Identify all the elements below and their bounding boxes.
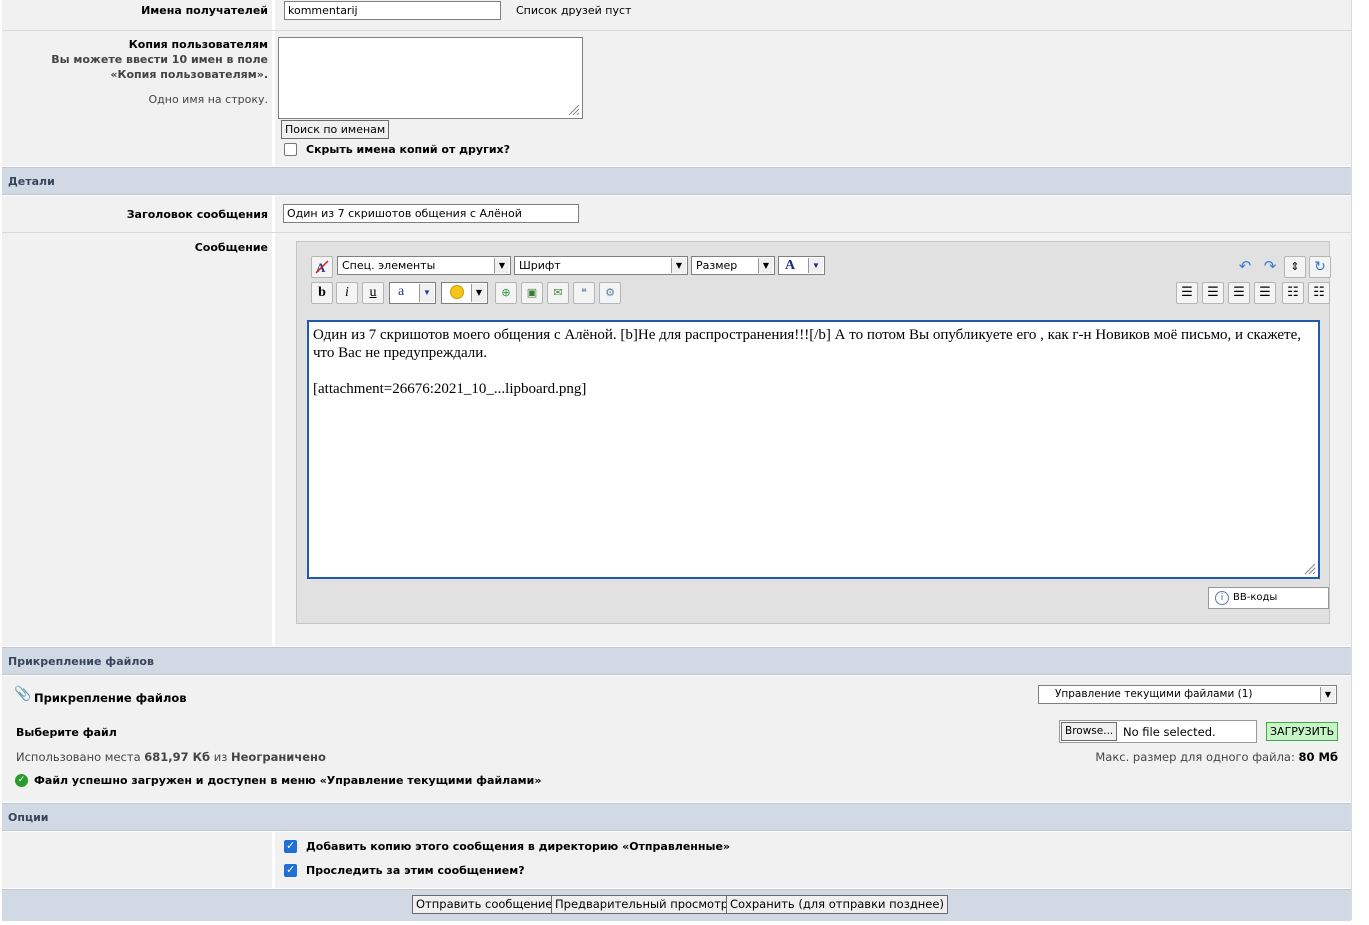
bcc-textarea[interactable] (278, 37, 583, 119)
save-copy-label: Добавить копию этого сообщения в директо… (306, 840, 731, 853)
details-section-header: Детали (2, 167, 1351, 195)
outdent-icon[interactable]: ☰ (1176, 282, 1198, 304)
bcc-label: Копия пользователям (128, 38, 268, 51)
align-left-icon[interactable]: ☰ (1202, 282, 1224, 304)
space-used-of: из (213, 750, 228, 764)
subject-row: Заголовок сообщения (2, 196, 1351, 232)
size-select[interactable]: Размер ▼ (691, 256, 775, 275)
chevron-down-icon: ▼ (808, 258, 823, 273)
bbcode-label: BB-коды (1233, 592, 1278, 603)
bold-icon[interactable]: b (311, 282, 333, 304)
attachments-section-header: Прикрепление файлов (2, 647, 1351, 675)
insert-link-icon[interactable]: ⊕ (495, 282, 517, 304)
recipients-label: Имена получателей (141, 4, 268, 17)
resize-grip-icon[interactable] (568, 104, 580, 116)
chevron-down-icon: ▼ (471, 284, 486, 302)
message-attachment-tag: [attachment=26676:2021_10_...lipboard.pn… (313, 381, 587, 397)
insert-image-icon[interactable]: ▣ (521, 282, 543, 304)
choose-file-label: Выберите файл (16, 726, 117, 739)
font-color-icon: A (785, 258, 796, 273)
attachments-header-label: Прикрепление файлов (34, 691, 187, 705)
manage-files-select[interactable]: Управление текущими файлами (1) ▼ (1038, 685, 1337, 704)
subject-label: Заголовок сообщения (126, 208, 268, 221)
options-label-col (2, 832, 272, 888)
smiley-icon (450, 285, 464, 299)
hide-copies-checkbox[interactable] (284, 143, 297, 156)
recipients-input[interactable] (284, 1, 501, 20)
font-select[interactable]: Шрифт ▼ (514, 256, 688, 275)
manage-files-value: Управление текущими файлами (1) (1055, 688, 1253, 700)
track-message-label: Проследить за этим сообщением? (306, 864, 525, 877)
resize-grip-icon[interactable] (1304, 563, 1316, 575)
options-section-header: Опции (2, 803, 1351, 831)
subject-input[interactable] (283, 204, 579, 223)
insert-quote-icon[interactable]: ❝ (573, 282, 595, 304)
space-used: Использовано места 681,97 Кб из Неограни… (16, 750, 326, 764)
insert-code-icon[interactable]: ⚙ (599, 282, 621, 304)
max-size-label: Макс. размер для одного файла: (1095, 750, 1295, 764)
space-used-label: Использовано места (16, 750, 141, 764)
save-copy-checkbox[interactable] (284, 839, 297, 853)
bullet-list-icon[interactable]: ☷ (1308, 282, 1330, 304)
numbered-list-icon[interactable]: ☷ (1282, 282, 1304, 304)
hide-copies-label: Скрыть имена копий от других? (306, 143, 511, 156)
recipients-row: Имена получателей Список друзей пуст (2, 0, 1351, 30)
file-status: No file selected. (1123, 725, 1216, 739)
remove-format-icon[interactable]: A (311, 256, 333, 278)
undo-icon[interactable]: ↶ (1234, 256, 1256, 278)
align-center-icon[interactable]: ☰ (1228, 282, 1250, 304)
preview-button[interactable]: Предварительный просмотр (551, 895, 733, 914)
friends-empty-note: Список друзей пуст (516, 4, 632, 17)
special-elements-value: Спец. элементы (342, 259, 436, 272)
track-message-checkbox[interactable] (284, 863, 297, 877)
chevron-down-icon: ▼ (494, 258, 509, 273)
paperclip-icon: 📎 (14, 686, 32, 702)
file-input[interactable]: Browse... No file selected. (1059, 720, 1257, 743)
bcc-hint-line: Одно имя на строку. (148, 93, 269, 106)
chevron-down-icon: ▼ (758, 258, 773, 273)
font-value: Шрифт (519, 259, 561, 272)
size-value: Размер (696, 259, 738, 272)
chevron-down-icon: ▼ (419, 284, 434, 302)
chevron-down-icon: ▼ (671, 258, 686, 273)
success-check-icon: ✓ (15, 774, 28, 787)
font-style-icon: a (398, 284, 405, 299)
space-used-limit: Неограничено (231, 750, 326, 764)
info-icon: i (1215, 591, 1229, 605)
font-style-select[interactable]: a ▼ (389, 282, 436, 304)
message-text-line: Один из 7 скришотов моего общения с Алён… (313, 327, 1302, 361)
message-label: Сообщение (194, 241, 268, 254)
browse-button[interactable]: Browse... (1061, 722, 1118, 741)
upload-button[interactable]: ЗАГРУЗИТЬ (1266, 722, 1339, 741)
insert-email-icon[interactable]: ✉ (547, 282, 569, 304)
special-elements-select[interactable]: Спец. элементы ▼ (337, 256, 511, 275)
italic-icon[interactable]: i (336, 282, 358, 304)
send-button[interactable]: Отправить сообщение (412, 895, 557, 914)
font-color-select[interactable]: A ▼ (778, 256, 825, 275)
redo-icon[interactable]: ↷ (1259, 256, 1281, 278)
align-right-icon[interactable]: ☰ (1254, 282, 1276, 304)
upload-success-message: Файл успешно загружен и доступен в меню … (34, 774, 542, 787)
bcc-hint: Вы можете ввести 10 имен в поле «Копия п… (51, 53, 268, 81)
save-draft-button[interactable]: Сохранить (для отправки позднее) (726, 895, 948, 914)
bcc-row: Копия пользователям Вы можете ввести 10 … (2, 31, 1351, 166)
switch-editor-icon[interactable]: ↻ (1309, 256, 1331, 278)
resize-editor-icon[interactable]: ⇕ (1284, 256, 1306, 278)
underline-icon[interactable]: u (362, 282, 384, 304)
message-textarea[interactable]: Один из 7 скришотов моего общения с Алён… (307, 320, 1320, 579)
max-size-value: 80 Мб (1298, 750, 1338, 764)
max-file-size: Макс. размер для одного файла: 80 Мб (1095, 750, 1338, 764)
smiley-select[interactable]: ▼ (441, 282, 488, 304)
search-names-button[interactable]: Поиск по именам (281, 120, 390, 139)
chevron-down-icon: ▼ (1320, 687, 1335, 702)
space-used-value: 681,97 Кб (144, 750, 211, 764)
bbcode-help-button[interactable]: i BB-коды (1208, 587, 1329, 609)
